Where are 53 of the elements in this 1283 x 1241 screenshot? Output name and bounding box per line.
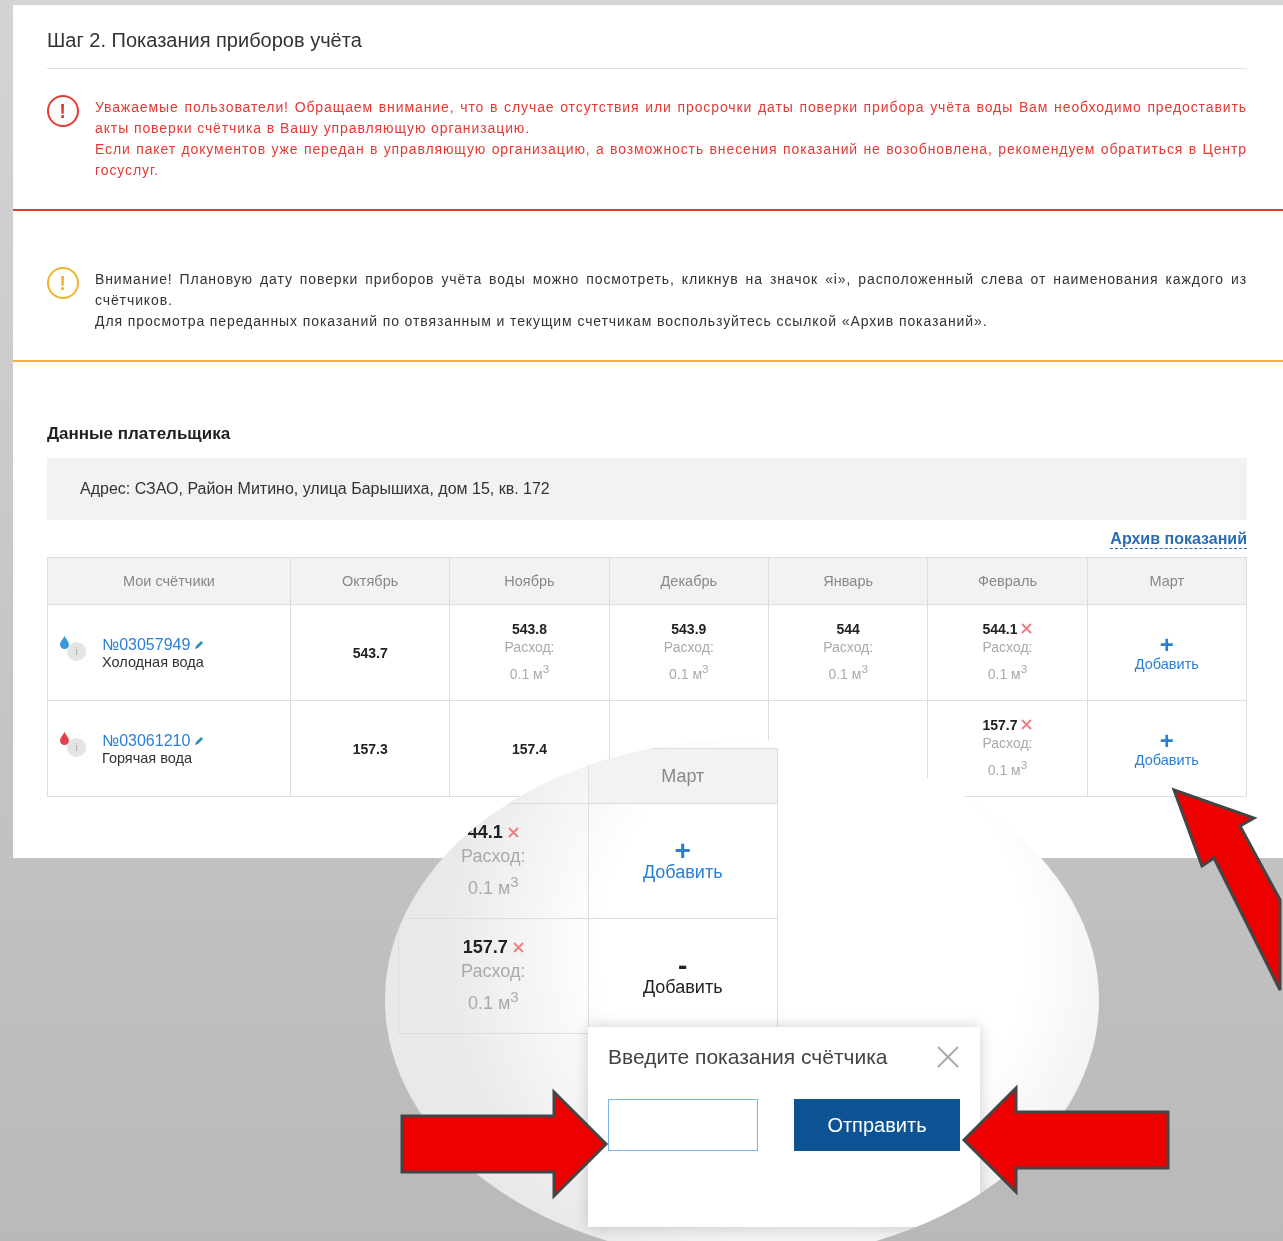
- alert-text: Уважаемые пользователи! Обращаем внимание, что в случае отсутствия или просрочки даты поверки прибора учёта воды Вам необходимо предоставить акты поверки счётчика в Вашу управляющую организацию.: [95, 98, 1247, 138]
- column-header: Январь: [768, 557, 928, 605]
- usage-value: 0.1 м$^{3}$: [986, 660, 1029, 684]
- usage-label: Расход:: [460, 844, 527, 868]
- reading-value: 543.9: [671, 620, 707, 637]
- add-button[interactable]: + Добавить: [642, 839, 723, 883]
- column-header: Март: [1087, 557, 1247, 605]
- reading-value: 544: [836, 620, 860, 637]
- usage-value: 0.1 м$^{3}$: [466, 986, 520, 1015]
- usage-value: 0.1 м$^{3}$: [466, 871, 520, 900]
- reading-value: 543.7: [352, 644, 388, 661]
- step-title: Шаг 2. Показания приборов учёта: [47, 29, 1247, 69]
- meter-type: Холодная вода: [102, 653, 205, 670]
- address-panel: Адрес: СЗАО, Район Митино, улица Барышиха, дом 15, кв. 172: [47, 458, 1247, 520]
- add-button[interactable]: + Добавить: [1134, 729, 1199, 768]
- column-header: Мои счётчики: [47, 557, 291, 605]
- reading-value: 157.7: [462, 936, 508, 958]
- section-heading: Данные плательщика: [47, 424, 232, 444]
- column-header: Ноябрь: [449, 557, 610, 605]
- column-header: Декабрь: [609, 557, 769, 605]
- column-header: Март: [588, 748, 778, 804]
- alert-icon: !: [47, 267, 79, 299]
- usage-label: Расход:: [662, 637, 715, 657]
- submit-button[interactable]: Отправить: [794, 1099, 960, 1151]
- reading-value: 544.1: [982, 620, 1018, 637]
- popup-title: Введите показания счётчика: [608, 1045, 888, 1069]
- reading-value: 157.3: [352, 740, 388, 757]
- reading-value: 543.8: [511, 620, 547, 637]
- close-icon[interactable]: [936, 1045, 960, 1069]
- reading-input-field[interactable]: [608, 1099, 758, 1151]
- meter-number-link[interactable]: №03057949: [102, 635, 191, 653]
- usage-label: Расход:: [503, 637, 556, 657]
- archive-link[interactable]: Архив показаний: [1110, 530, 1247, 549]
- meter-type: Горячая вода: [102, 749, 193, 766]
- usage-label: Расход:: [460, 959, 527, 983]
- meter-number-link[interactable]: №03061210: [102, 731, 191, 749]
- column-header: Февраль: [927, 557, 1088, 605]
- reading-value: 157.4: [511, 740, 547, 757]
- column-header: Октябрь: [290, 557, 450, 605]
- add-button[interactable]: + Добавить: [1134, 633, 1199, 672]
- alert-icon: !: [47, 95, 79, 127]
- usage-label: Расход:: [981, 637, 1034, 657]
- alert-text: Внимание! Плановую дату поверки приборов учёта воды можно посмотреть, кликнув на значок «i», расположенный слева от наименования каждого из счётчиков.: [95, 270, 1247, 310]
- usage-value: 0.1 м$^{3}$: [508, 660, 551, 684]
- alert-text: Если пакет документов уже передан в управляющую организацию, а возможность внесения показаний не возобновлена, рекомендуем обратиться в Центр госуслуг.: [95, 140, 1247, 180]
- reading-value: 157.7: [982, 716, 1018, 733]
- add-button[interactable]: - Добавить: [642, 954, 723, 998]
- usage-label: Расход:: [822, 637, 875, 657]
- usage-value: 0.1 м$^{3}$: [827, 660, 869, 684]
- alert-text: Для просмотра переданных показаний по отвязанным и текущим счетчикам воспользуйтесь ссылкой «Архив показаний».: [95, 312, 989, 331]
- usage-value: 0.1 м$^{3}$: [668, 660, 710, 684]
- usage-label: Расход:: [981, 733, 1034, 753]
- usage-value: 0.1 м$^{3}$: [986, 756, 1029, 780]
